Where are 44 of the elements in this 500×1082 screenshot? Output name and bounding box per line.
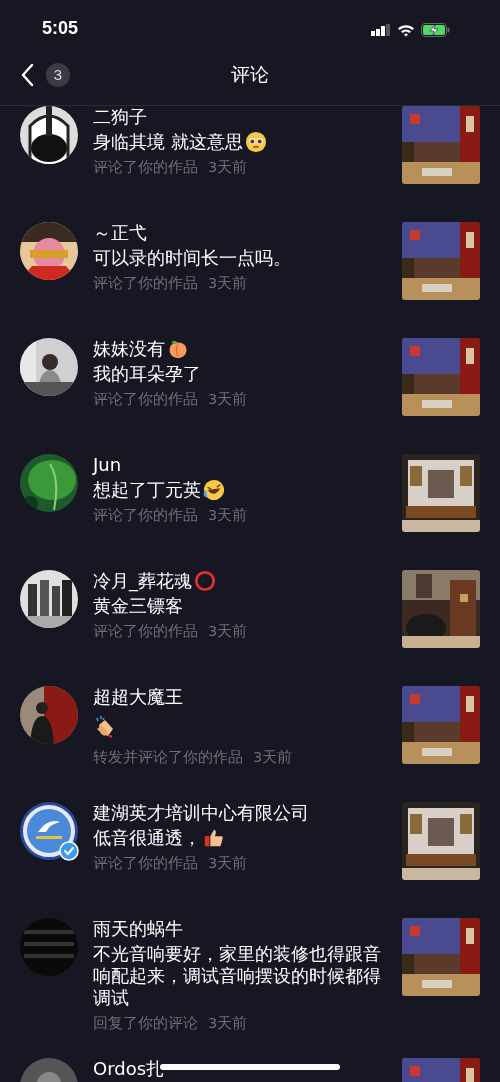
user-name[interactable]: Jun: [93, 454, 122, 476]
signal-icon: [371, 24, 391, 36]
laughing-face-icon: [203, 479, 225, 501]
activity-label: 评论了你的作品: [93, 622, 198, 641]
activity-label: 评论了你的作品: [93, 158, 198, 177]
page-title: 评论: [231, 61, 269, 87]
user-name[interactable]: 冷月_葬花魂: [93, 570, 192, 592]
timestamp: 3天前: [208, 622, 248, 641]
activity-label: 转发并评论了你的作品: [93, 748, 243, 767]
unread-count-badge: 3: [46, 62, 70, 87]
activity-label: 评论了你的作品: [93, 390, 198, 409]
activity-label: 回复了你的评论: [93, 1014, 198, 1033]
circle-mark-icon: [194, 570, 216, 592]
timestamp: 3天前: [208, 854, 248, 873]
user-name[interactable]: 二狗子: [93, 106, 147, 128]
user-name[interactable]: Ordos扎: [93, 1058, 165, 1080]
comment-text: 黄金三镖客: [93, 595, 183, 617]
timestamp: 3天前: [208, 506, 248, 525]
back-button[interactable]: [20, 62, 34, 87]
comment-text: 我的耳朵孕了: [93, 363, 201, 385]
comment-text: 身临其境 就这意思: [93, 131, 243, 153]
user-name[interactable]: 建湖英才培训中心有限公司: [93, 802, 309, 824]
comment-text: 不光音响要好，家里的装修也得跟音响配起来，调试音响摆设的时候都得调试: [93, 943, 382, 1009]
comment-text: 可以录的时间长一点吗。: [93, 247, 291, 269]
timestamp: 3天前: [208, 390, 248, 409]
activity-label: 评论了你的作品: [93, 506, 198, 525]
timestamp: 3天前: [253, 748, 293, 767]
user-name[interactable]: 超超大魔王: [93, 686, 183, 708]
user-name[interactable]: ～正弋: [93, 222, 147, 244]
peach-icon: [167, 338, 189, 360]
activity-label: 评论了你的作品: [93, 274, 198, 293]
user-name[interactable]: 妹妹没有: [93, 338, 165, 360]
pleading-face-icon: [244, 131, 267, 153]
comment-text: 想起了丁元英: [93, 479, 201, 501]
thumbs-up-icon: [203, 827, 225, 849]
timestamp: 3天前: [208, 158, 248, 177]
timestamp: 3天前: [208, 274, 248, 293]
user-name[interactable]: 雨天的蜗牛: [93, 918, 183, 940]
wifi-icon: [397, 23, 415, 37]
battery-charging-icon: [421, 23, 450, 37]
comment-text: 低音很通透，: [93, 827, 201, 849]
activity-label: 评论了你的作品: [93, 854, 198, 873]
timestamp: 3天前: [208, 1014, 248, 1033]
status-time: 5:05: [42, 17, 79, 40]
